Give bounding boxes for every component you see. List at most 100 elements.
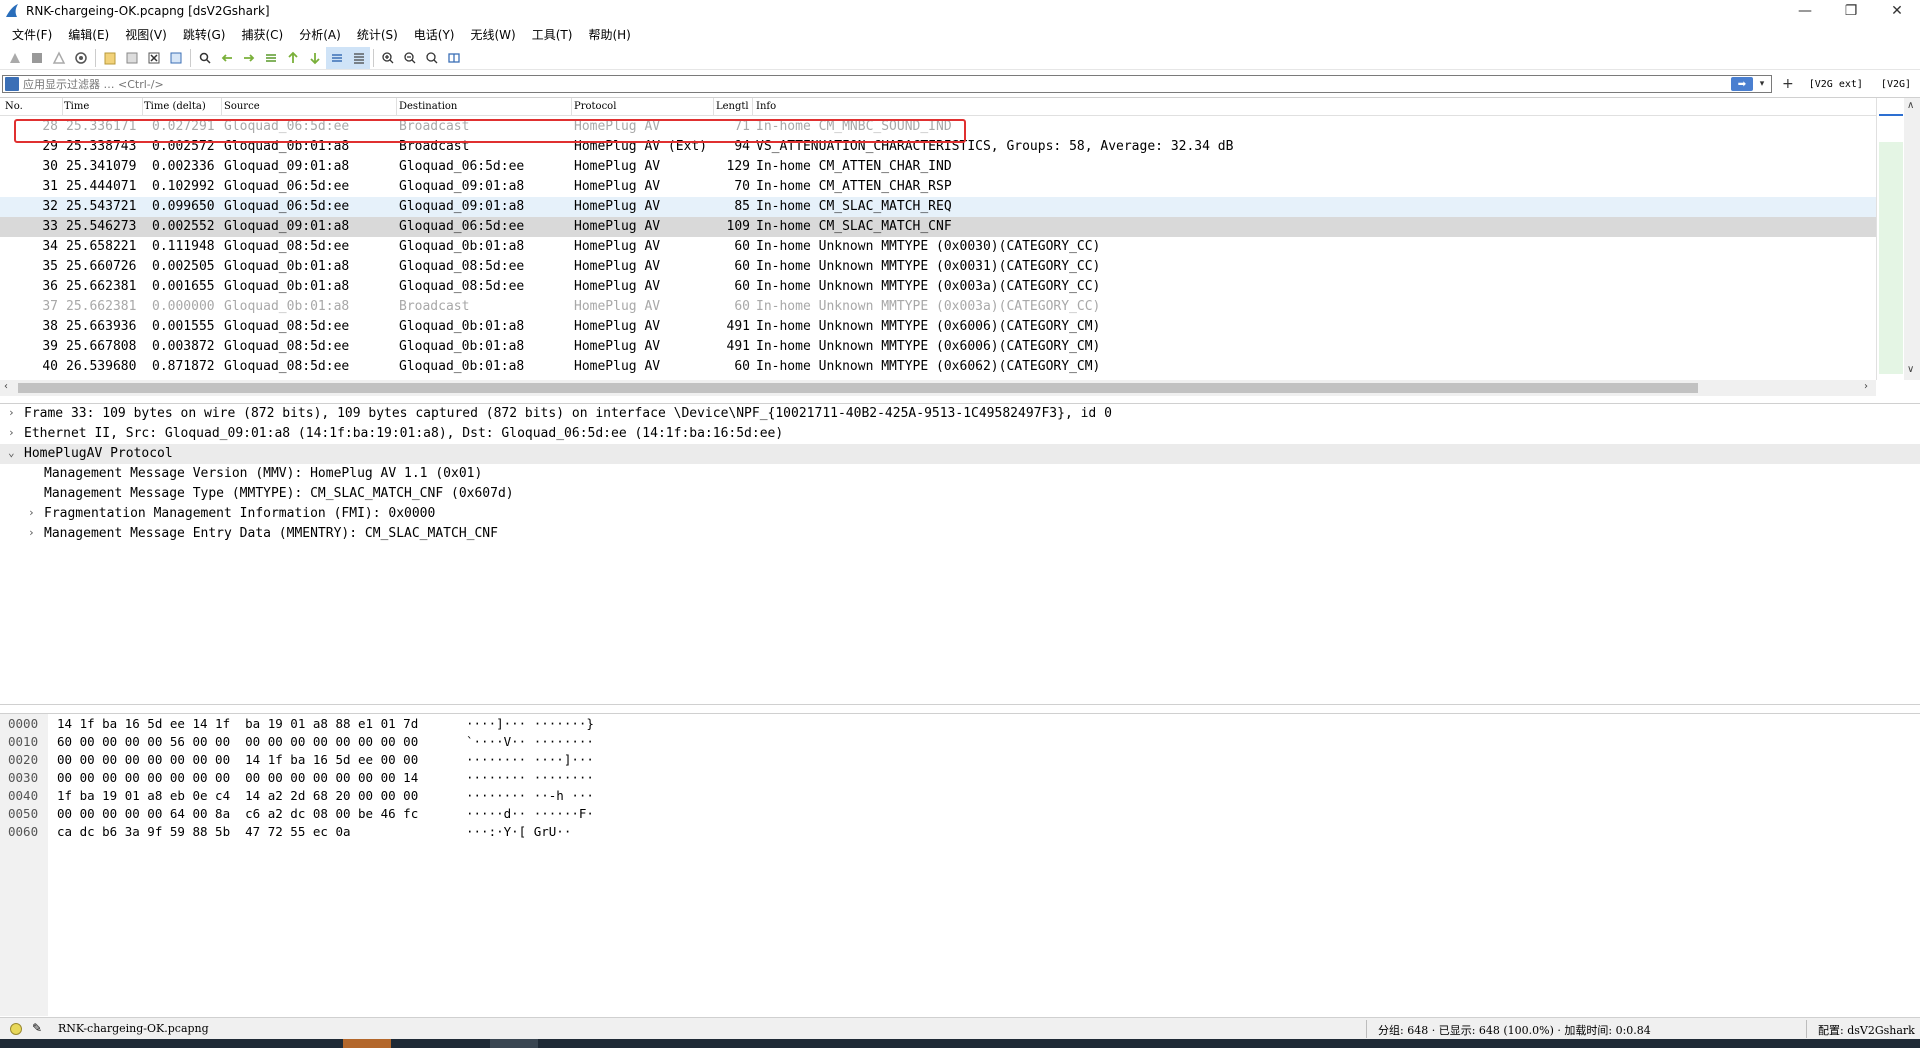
packet-row[interactable]: 36 25.662381 0.001655 Gloquad_0b:01:a8 Gloqu… <box>0 277 1876 297</box>
column-divider[interactable] <box>752 98 753 116</box>
detail-tree-item[interactable]: › Frame 33: 109 bytes on wire (872 bits),… <box>0 404 1920 424</box>
go-to-packet-icon[interactable] <box>260 47 282 69</box>
detail-tree-item[interactable]: Management Message Type (MMTYPE): CM_SLA… <box>0 484 1920 504</box>
packet-minimap[interactable] <box>1876 98 1904 380</box>
filter-button-v2g[interactable]: [V2G] <box>1878 79 1914 90</box>
packet-row[interactable]: 40 26.539680 0.871872 Gloquad_08:5d:ee Gloqu… <box>0 357 1876 377</box>
bytes-row[interactable]: 0030 00 00 00 00 00 00 00 00 00 00 00 00 … <box>0 770 1920 788</box>
menu-wireless[interactable]: 无线(W) <box>463 26 524 43</box>
packet-row[interactable]: 37 25.662381 0.000000 Gloquad_0b:01:a8 Broad… <box>0 297 1876 317</box>
detail-tree-item[interactable]: Management Message Version (MMV): HomePl… <box>0 464 1920 484</box>
packet-row[interactable]: 30 25.341079 0.002336 Gloquad_09:01:a8 Gloqu… <box>0 157 1876 177</box>
display-filter-input[interactable] <box>23 77 1703 91</box>
packet-list-vertical-scrollbar[interactable]: ∧ ∨ <box>1876 98 1920 380</box>
menu-edit[interactable]: 编辑(E) <box>60 26 117 43</box>
column-protocol[interactable]: Protocol <box>574 101 616 112</box>
packet-row[interactable]: 38 25.663936 0.001555 Gloquad_08:5d:ee Gloqu… <box>0 317 1876 337</box>
scroll-down-icon[interactable]: ∨ <box>1907 364 1914 375</box>
filter-button-v2g-ext[interactable]: [V2G ext] <box>1806 79 1866 90</box>
scrollbar-track[interactable]: ∧ ∨ <box>1904 98 1920 380</box>
bytes-row[interactable]: 0060 ca dc b6 3a 9f 59 88 5b 47 72 55 ec … <box>0 824 1920 842</box>
column-divider[interactable] <box>221 98 222 116</box>
open-file-icon[interactable] <box>99 47 121 69</box>
column-time-delta[interactable]: Time (delta) <box>144 101 206 112</box>
packet-list-horizontal-scrollbar[interactable]: ‹ › <box>0 380 1876 396</box>
detail-tree-item[interactable]: ⌄ HomePlugAV Protocol <box>0 444 1920 464</box>
start-capture-icon[interactable] <box>4 47 26 69</box>
column-source[interactable]: Source <box>224 101 260 112</box>
add-filter-button[interactable]: + <box>1782 76 1794 92</box>
first-packet-icon[interactable] <box>282 47 304 69</box>
expand-arrow-icon[interactable]: › <box>8 426 15 439</box>
horizontal-scroll-thumb[interactable] <box>18 383 1698 393</box>
bytes-row[interactable]: 0020 00 00 00 00 00 00 00 00 14 1f ba 16 … <box>0 752 1920 770</box>
close-button[interactable]: ✕ <box>1874 0 1920 22</box>
expand-arrow-icon[interactable]: › <box>8 406 15 419</box>
menu-view[interactable]: 视图(V) <box>117 26 175 43</box>
packet-row[interactable]: 31 25.444071 0.102992 Gloquad_06:5d:ee Gloqu… <box>0 177 1876 197</box>
column-divider[interactable] <box>396 98 397 116</box>
go-forward-icon[interactable] <box>238 47 260 69</box>
packet-row[interactable]: 39 25.667808 0.003872 Gloquad_08:5d:ee Gloqu… <box>0 337 1876 357</box>
menu-go[interactable]: 跳转(G) <box>175 26 234 43</box>
go-back-icon[interactable] <box>216 47 238 69</box>
scroll-left-icon[interactable]: ‹ <box>4 381 8 392</box>
column-divider[interactable] <box>571 98 572 116</box>
stop-capture-icon[interactable] <box>26 47 48 69</box>
menu-tools[interactable]: 工具(T) <box>524 26 581 43</box>
menu-telephony[interactable]: 电话(Y) <box>406 26 463 43</box>
packet-row[interactable]: 32 25.543721 0.099650 Gloquad_06:5d:ee Gloqu… <box>0 197 1876 217</box>
packet-row[interactable]: 34 25.658221 0.111948 Gloquad_08:5d:ee Gloqu… <box>0 237 1876 257</box>
column-no[interactable]: No. <box>5 101 23 112</box>
capture-options-icon[interactable] <box>70 47 92 69</box>
column-divider[interactable] <box>142 98 143 116</box>
close-file-icon[interactable] <box>143 47 165 69</box>
resize-columns-icon[interactable] <box>443 47 465 69</box>
menu-help[interactable]: 帮助(H) <box>580 26 638 43</box>
detail-tree-item[interactable]: › Ethernet II, Src: Gloquad_09:01:a8 (14:… <box>0 424 1920 444</box>
status-profile[interactable]: 配置: dsV2Gshark <box>1818 1022 1915 1038</box>
capture-comment-icon[interactable]: ✎ <box>32 1021 42 1035</box>
packet-row[interactable]: 33 25.546273 0.002552 Gloquad_09:01:a8 Gloqu… <box>0 217 1876 237</box>
last-packet-icon[interactable] <box>304 47 326 69</box>
taskbar-app-icon[interactable] <box>490 1039 538 1048</box>
save-file-icon[interactable] <box>121 47 143 69</box>
column-divider[interactable] <box>713 98 714 116</box>
restart-capture-icon[interactable] <box>48 47 70 69</box>
detail-tree-item[interactable]: › Management Message Entry Data (MMENTRY)… <box>0 524 1920 544</box>
bytes-row[interactable]: 0010 60 00 00 00 00 56 00 00 00 00 00 00 … <box>0 734 1920 752</box>
column-destination[interactable]: Destination <box>399 101 457 112</box>
column-divider[interactable] <box>62 98 63 116</box>
column-length[interactable]: Lengtl <box>716 101 749 112</box>
menu-statistics[interactable]: 统计(S) <box>349 26 406 43</box>
reload-file-icon[interactable] <box>165 47 187 69</box>
column-info[interactable]: Info <box>756 101 776 112</box>
taskbar-app-icon[interactable] <box>343 1039 391 1048</box>
expand-arrow-icon[interactable]: › <box>28 526 35 539</box>
menu-capture[interactable]: 捕获(C) <box>233 26 291 43</box>
detail-tree-item[interactable]: › Fragmentation Management Information (F… <box>0 504 1920 524</box>
menu-analyze[interactable]: 分析(A) <box>291 26 349 43</box>
autoscroll-icon[interactable] <box>326 46 348 69</box>
bookmark-icon[interactable] <box>5 77 19 91</box>
zoom-reset-icon[interactable] <box>421 47 443 69</box>
bytes-row[interactable]: 0040 1f ba 19 01 a8 eb 0e c4 14 a2 2d 68 … <box>0 788 1920 806</box>
packet-row[interactable]: 35 25.660726 0.002505 Gloquad_0b:01:a8 Gloqu… <box>0 257 1876 277</box>
expand-arrow-icon[interactable]: › <box>28 506 35 519</box>
colorize-icon[interactable] <box>348 46 370 69</box>
column-time[interactable]: Time <box>64 101 89 112</box>
zoom-out-icon[interactable] <box>399 47 421 69</box>
collapse-arrow-icon[interactable]: ⌄ <box>8 446 15 459</box>
scroll-right-icon[interactable]: › <box>1864 381 1868 392</box>
minimize-button[interactable]: — <box>1782 0 1828 22</box>
zoom-in-icon[interactable] <box>377 47 399 69</box>
find-packet-icon[interactable] <box>194 47 216 69</box>
scroll-up-icon[interactable]: ∧ <box>1907 100 1914 111</box>
maximize-button[interactable]: ❐ <box>1828 0 1874 22</box>
bytes-row[interactable]: 0050 00 00 00 00 00 64 00 8a c6 a2 dc 08 … <box>0 806 1920 824</box>
expert-info-icon[interactable] <box>10 1023 22 1035</box>
apply-filter-icon[interactable]: ➡ <box>1731 77 1753 91</box>
menu-file[interactable]: 文件(F) <box>4 26 60 43</box>
filter-history-dropdown-icon[interactable]: ▾ <box>1755 77 1769 91</box>
bytes-row[interactable]: 0000 14 1f ba 16 5d ee 14 1f ba 19 01 a8 … <box>0 716 1920 734</box>
